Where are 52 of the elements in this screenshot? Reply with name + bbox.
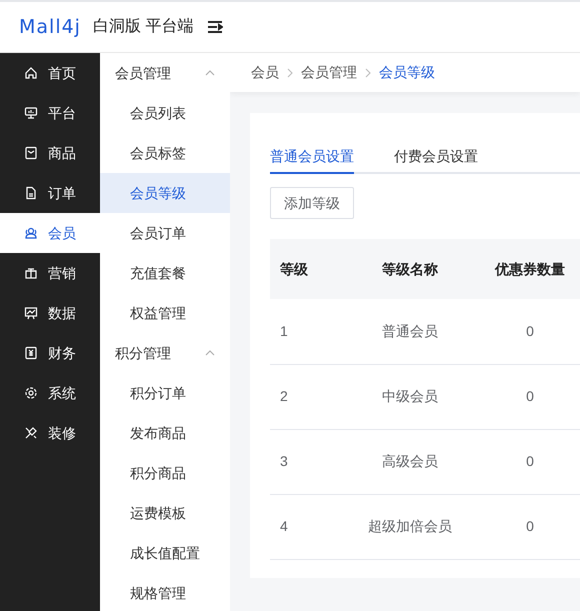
- box-icon: [24, 146, 38, 160]
- submenu-item[interactable]: 权益管理: [100, 293, 230, 333]
- users-icon: [24, 226, 38, 240]
- app-title: 白洞版 平台端: [92, 16, 194, 37]
- submenu-item[interactable]: 运费模板: [100, 493, 230, 533]
- submenu-item[interactable]: 会员标签: [100, 133, 230, 173]
- submenu-item[interactable]: 积分订单: [100, 373, 230, 413]
- breadcrumb-link[interactable]: 会员: [251, 62, 279, 83]
- table-cell: 0: [480, 429, 580, 494]
- breadcrumb-link[interactable]: 会员管理: [301, 62, 357, 83]
- finance-icon: [24, 346, 38, 360]
- table-cell: 0: [480, 494, 580, 559]
- caret-icon: [205, 70, 215, 76]
- caret-icon: [205, 350, 215, 356]
- document-icon: [24, 186, 38, 200]
- tools-icon: [24, 426, 38, 440]
- table-cell: 1: [270, 299, 340, 364]
- chevron-icon: [287, 68, 293, 78]
- submenu-item[interactable]: 积分商品: [100, 453, 230, 493]
- table-cell: 高级会员: [340, 429, 480, 494]
- column-header: 等级名称: [340, 239, 480, 299]
- chevron-icon: [365, 68, 371, 78]
- submenu-item[interactable]: 发布商品: [100, 413, 230, 453]
- submenu-item[interactable]: 会员订单: [100, 213, 230, 253]
- submenu-item[interactable]: 成长值配置: [100, 533, 230, 573]
- table-cell: 中级会员: [340, 364, 480, 429]
- column-header: 等级: [270, 239, 340, 299]
- column-header: 优惠券数量: [480, 239, 580, 299]
- submenu-group[interactable]: 积分管理: [100, 333, 230, 373]
- home-icon: [24, 66, 38, 80]
- submenu-item[interactable]: 会员等级: [100, 173, 230, 213]
- table-cell: 超级加倍会员: [340, 494, 480, 559]
- table-cell: 0: [480, 364, 580, 429]
- chart-icon: [24, 306, 38, 320]
- submenu-item[interactable]: 会员列表: [100, 93, 230, 133]
- submenu-item[interactable]: 规格管理: [100, 573, 230, 611]
- menu-icon[interactable]: [207, 20, 224, 34]
- tab[interactable]: 普通会员设置: [270, 140, 354, 174]
- table-cell: 2: [270, 364, 340, 429]
- table-cell: 普通会员: [340, 299, 480, 364]
- monitor-icon: [24, 106, 38, 120]
- gear-icon: [24, 386, 38, 400]
- table-cell: 3: [270, 429, 340, 494]
- tab[interactable]: 付费会员设置: [394, 140, 478, 174]
- sidebar-item[interactable]: 会员: [0, 213, 100, 253]
- add-level-button[interactable]: 添加等级: [270, 187, 354, 219]
- gift-icon: [24, 266, 38, 280]
- submenu-item[interactable]: 充值套餐: [100, 253, 230, 293]
- table-cell: 4: [270, 494, 340, 559]
- submenu-group[interactable]: 会员管理: [100, 53, 230, 93]
- logo: Mall4j: [19, 14, 81, 40]
- table-cell: 0: [480, 299, 580, 364]
